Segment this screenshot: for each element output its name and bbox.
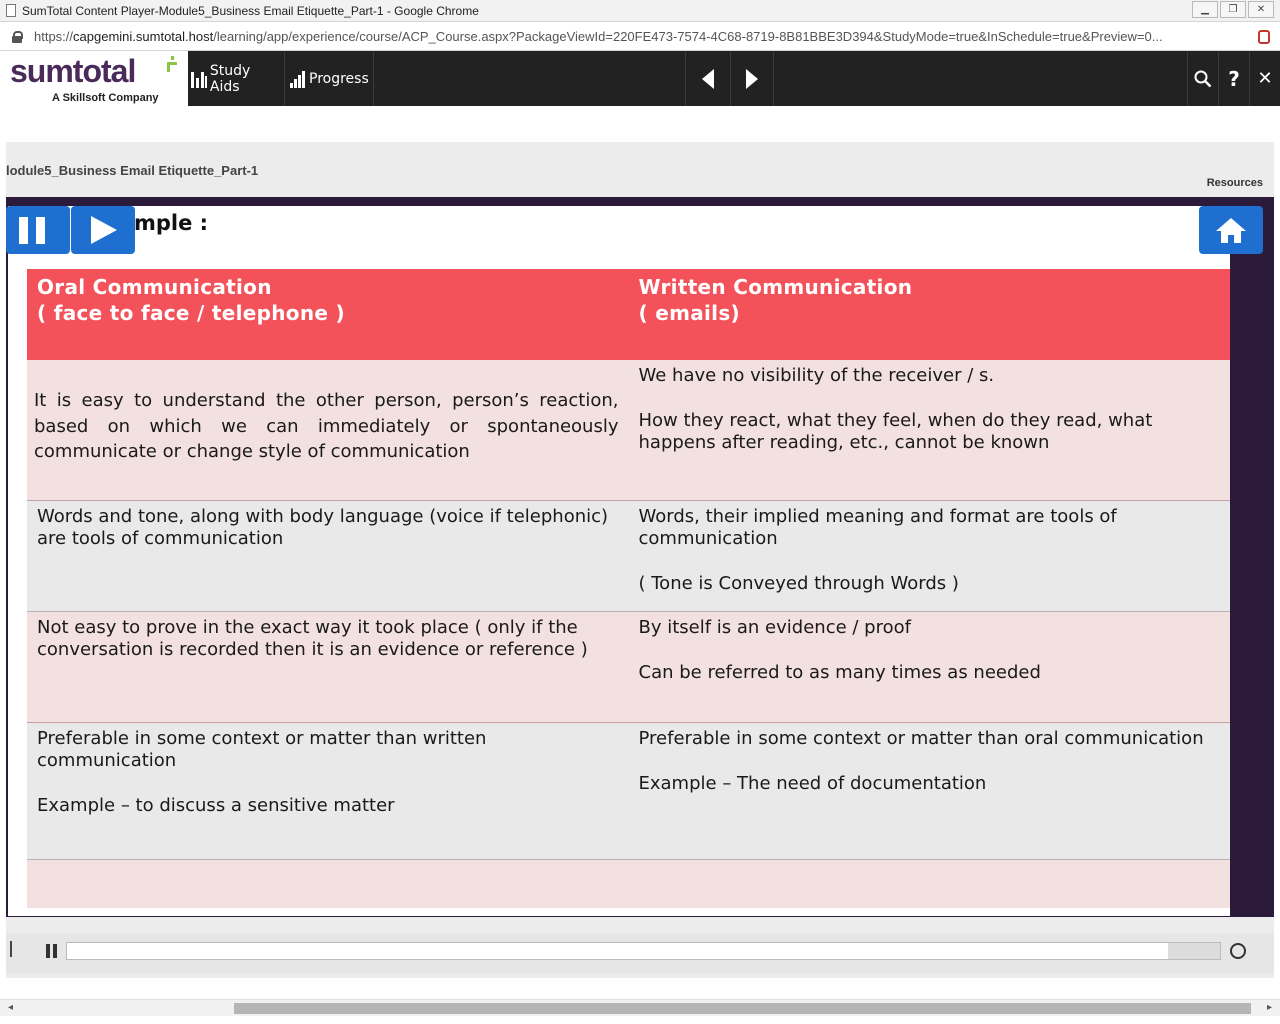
study-aids-icon — [191, 70, 207, 88]
content-frame: lodule5_Business Email Etiquette_Part-1 … — [6, 142, 1274, 978]
slide-heading: mple : — [134, 211, 209, 235]
url-path: /learning/app/experience/course/ACP_Cour… — [213, 29, 1163, 44]
close-icon: ✕ — [1257, 68, 1273, 89]
header-oral: Oral Communication ( face to face / tele… — [27, 269, 629, 360]
scrollbar-thumb[interactable] — [234, 1003, 1251, 1014]
table-cell: Preferable in some context or matter tha… — [629, 723, 1231, 859]
document-icon — [6, 4, 16, 17]
window-titlebar: SumTotal Content Player-Module5_Business… — [0, 0, 1280, 22]
url-field[interactable]: https://capgemini.sumtotal.host/learning… — [34, 29, 1249, 44]
table-row: It is easy to understand the other perso… — [27, 360, 1230, 501]
cell-text: By itself is an evidence / proof — [638, 617, 911, 638]
table-cell: Words and tone, along with body language… — [27, 501, 629, 611]
url-scheme: https:// — [34, 29, 74, 44]
cell-text: How they react, what they feel, when do … — [638, 410, 1153, 453]
pause-button[interactable] — [6, 206, 70, 254]
resources-link[interactable]: Resources — [1207, 177, 1263, 189]
cell-text: Can be referred to as many times as need… — [638, 662, 1041, 683]
header-oral-subtitle: ( face to face / telephone ) — [37, 301, 345, 325]
player-bar — [6, 934, 1274, 974]
address-bar[interactable]: https://capgemini.sumtotal.host/learning… — [0, 23, 1280, 51]
extension-icon[interactable] — [1258, 30, 1270, 44]
close-player-button[interactable]: ✕ — [1249, 51, 1280, 106]
cell-text: Preferable in some context or matter tha… — [638, 728, 1204, 749]
cell-text: ( Tone is Conveyed through Words ) — [638, 573, 959, 594]
cell-text: Not easy to prove in the exact way it to… — [37, 617, 588, 660]
table-cell: Preferable in some context or matter tha… — [27, 723, 629, 859]
table-row: Words and tone, along with body language… — [27, 501, 1230, 612]
url-host: capgemini.sumtotal.host — [73, 29, 214, 44]
next-arrow-icon — [746, 68, 758, 89]
table-cell: By itself is an evidence / proof Can be … — [629, 612, 1231, 722]
progress-track[interactable] — [66, 942, 1221, 960]
table-row: Not easy to prove in the exact way it to… — [27, 612, 1230, 723]
progress-button[interactable]: Progress — [286, 51, 374, 106]
table-row-empty — [27, 860, 1230, 908]
slide: mple : Oral Communication ( face to face… — [8, 206, 1230, 916]
logo: sumtotal A Skillsoft Company — [0, 51, 188, 106]
play-button[interactable] — [71, 206, 135, 254]
window-controls: ▁ ❐ ✕ — [1192, 1, 1274, 18]
scroll-left-arrow-icon[interactable]: ◂ — [8, 1002, 13, 1013]
comparison-table: Oral Communication ( face to face / tele… — [27, 269, 1230, 908]
prev-arrow-icon — [701, 68, 714, 89]
cell-text: We have no visibility of the receiver / … — [638, 365, 995, 386]
cell-text: Example – to discuss a sensitive matter — [37, 795, 395, 816]
progress-label: Progress — [309, 70, 369, 87]
table-header-row: Oral Communication ( face to face / tele… — [27, 269, 1230, 360]
scroll-right-arrow-icon[interactable]: ▸ — [1267, 1002, 1272, 1013]
header-oral-title: Oral Communication — [37, 275, 272, 299]
help-icon: ? — [1228, 66, 1240, 91]
table-cell: We have no visibility of the receiver / … — [629, 360, 1231, 500]
cell-text: It is easy to understand the other perso… — [34, 390, 619, 462]
window-title: SumTotal Content Player-Module5_Business… — [22, 3, 479, 18]
module-title: lodule5_Business Email Etiquette_Part-1 — [6, 163, 259, 178]
close-window-button[interactable]: ✕ — [1248, 1, 1274, 18]
cell-text: Preferable in some context or matter tha… — [37, 728, 487, 771]
header-written: Written Communication ( emails) — [629, 269, 1231, 360]
study-aids-button[interactable]: Study Aids — [188, 51, 285, 106]
volume-icon[interactable] — [6, 941, 12, 957]
cell-text: Words, their implied meaning and format … — [638, 506, 1117, 549]
home-button[interactable] — [1199, 206, 1263, 254]
app-header: sumtotal A Skillsoft Company Study Aids … — [0, 51, 1280, 106]
play-icon — [91, 216, 117, 244]
table-cell: It is easy to understand the other perso… — [27, 360, 629, 500]
logo-text: sumtotal — [10, 53, 136, 89]
previous-button[interactable] — [685, 51, 729, 106]
horizontal-scrollbar[interactable]: ◂ ▸ — [0, 999, 1280, 1016]
progress-icon — [290, 70, 306, 88]
study-aids-label: Study Aids — [209, 62, 251, 95]
progress-fill — [67, 943, 1168, 959]
header-written-subtitle: ( emails) — [638, 301, 740, 325]
cell-text: Example – The need of documentation — [638, 773, 987, 794]
search-button[interactable] — [1187, 51, 1218, 106]
logo-subtitle: A Skillsoft Company — [52, 92, 159, 104]
table-row: Preferable in some context or matter tha… — [27, 723, 1230, 860]
table-cell: Words, their implied meaning and format … — [629, 501, 1231, 611]
minimize-button[interactable]: ▁ — [1192, 1, 1218, 18]
logo-mark-icon — [161, 56, 177, 72]
help-button[interactable]: ? — [1218, 51, 1249, 106]
replay-icon[interactable] — [1230, 943, 1246, 959]
slide-stage: mple : Oral Communication ( face to face… — [6, 197, 1274, 917]
maximize-button[interactable]: ❐ — [1220, 1, 1246, 18]
cell-text: Words and tone, along with body language… — [37, 506, 609, 549]
progress-remaining — [1168, 943, 1220, 959]
player-pause-button[interactable] — [46, 944, 60, 958]
lock-icon — [12, 30, 23, 43]
home-icon — [1216, 218, 1246, 244]
header-written-title: Written Communication — [638, 275, 913, 299]
next-button[interactable] — [730, 51, 774, 106]
search-icon — [1194, 70, 1212, 87]
table-cell: Not easy to prove in the exact way it to… — [27, 612, 629, 722]
